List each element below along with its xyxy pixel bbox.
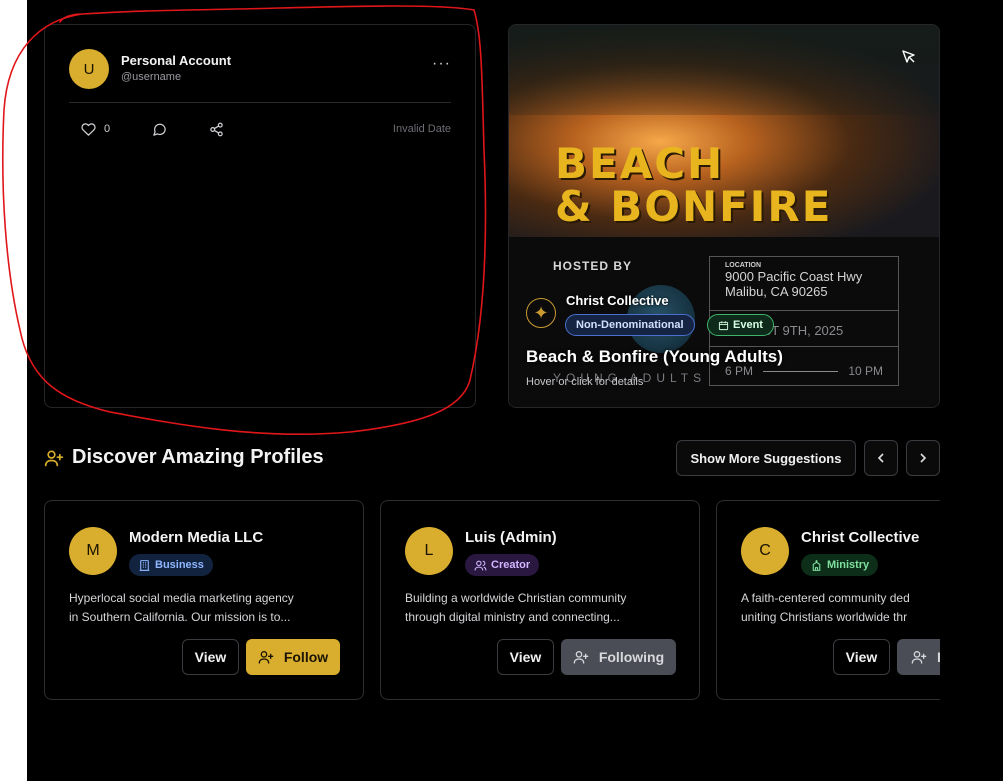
follow-button[interactable]: Follow: [246, 639, 340, 675]
view-profile-button[interactable]: View: [833, 639, 890, 675]
account-handle: @username: [121, 71, 182, 83]
host-name[interactable]: Christ Collective: [566, 293, 669, 308]
follow-label: Following: [598, 649, 665, 665]
comment-button[interactable]: [152, 122, 167, 137]
time-divider: [763, 370, 839, 372]
profile-name[interactable]: Modern Media LLC: [129, 529, 263, 546]
post-author: Personal Account @username: [121, 53, 231, 83]
account-name[interactable]: Personal Account: [121, 53, 231, 68]
discover-header: Discover Amazing Profiles: [44, 446, 324, 469]
profile-card: L Luis (Admin) Creator Building a worldw…: [380, 500, 700, 700]
avatar[interactable]: U: [69, 49, 109, 89]
event-title[interactable]: Beach & Bonfire (Young Adults): [526, 347, 783, 367]
location-line2: Malibu, CA 90265: [725, 284, 828, 299]
view-profile-button[interactable]: View: [182, 639, 239, 675]
building-icon: [139, 559, 150, 571]
like-count: 0: [104, 123, 111, 135]
description-line: Building a worldwide Christian community: [405, 591, 627, 605]
avatar[interactable]: L: [405, 527, 453, 575]
time-end: 10 PM: [848, 364, 883, 378]
event-card[interactable]: BEACH & BONFIRE HOSTED BY LOCATION 9000 …: [508, 24, 940, 408]
cursor-icon: [902, 50, 915, 63]
ministry-badge: Ministry: [801, 554, 879, 576]
location-row: LOCATION 9000 Pacific Coast Hwy Malibu, …: [710, 257, 898, 311]
comment-icon: [153, 123, 166, 136]
event-hint: Hover or click for details: [526, 376, 644, 388]
view-profile-button[interactable]: View: [497, 639, 554, 675]
church-icon: [812, 559, 821, 571]
profile-description: Hyperlocal social media marketing agency…: [69, 589, 344, 627]
location-line1: 9000 Pacific Coast Hwy: [725, 269, 863, 284]
badge-label: Creator: [491, 559, 531, 571]
discover-title: Discover Amazing Profiles: [72, 446, 324, 468]
user-plus-icon: [573, 651, 589, 664]
creator-badge: Creator: [465, 554, 540, 576]
business-badge: Business: [129, 554, 213, 576]
show-more-suggestions-button[interactable]: Show More Suggestions: [676, 440, 856, 476]
banner-trees: [509, 25, 939, 115]
avatar[interactable]: C: [741, 527, 789, 575]
heart-icon: [81, 122, 96, 136]
event-banner-title: BEACH & BONFIRE: [555, 143, 832, 229]
description-line: in Southern California. Our mission is t…: [69, 610, 291, 624]
description-line: uniting Christians worldwide thr: [741, 610, 908, 624]
description-line: A faith-centered community ded: [741, 591, 910, 605]
follow-button[interactable]: F: [897, 639, 940, 675]
chevron-left-icon: [877, 453, 884, 463]
banner-title-line1: BEACH: [555, 139, 725, 188]
badge-label: Business: [155, 559, 204, 571]
event-chip-label: Event: [733, 319, 763, 331]
follow-label: Follow: [283, 649, 329, 665]
calendar-icon: [718, 320, 729, 330]
profile-card: C Christ Collective Ministry A faith-cen…: [716, 500, 940, 700]
profile-description: A faith-centered community ded uniting C…: [741, 589, 940, 627]
profile-name[interactable]: Christ Collective: [801, 529, 919, 546]
event-chip: Event: [707, 314, 774, 336]
carousel-prev-button[interactable]: [864, 440, 898, 476]
post-date: Invalid Date: [392, 123, 451, 135]
hosted-by-label: HOSTED BY: [553, 259, 633, 273]
user-plus-icon: [258, 651, 274, 664]
page-left-edge: [0, 0, 27, 781]
profile-carousel: M Modern Media LLC Business Hyperlocal s…: [44, 500, 940, 700]
event-banner-image: BEACH & BONFIRE: [509, 25, 939, 237]
post-header: U Personal Account @username ···: [69, 49, 451, 103]
description-line: Hyperlocal social media marketing agency: [69, 591, 294, 605]
user-plus-icon: [44, 450, 64, 466]
location-label: LOCATION: [725, 262, 762, 269]
users-icon: [474, 560, 487, 570]
post-card: U Personal Account @username ··· 0 Inval…: [44, 24, 476, 408]
following-button[interactable]: Following: [561, 639, 676, 675]
avatar[interactable]: M: [69, 527, 117, 575]
page-right-edge: [940, 0, 1003, 781]
badge-label: Ministry: [827, 559, 870, 571]
user-plus-icon: [911, 651, 927, 664]
chevron-right-icon: [920, 453, 927, 463]
share-icon: [210, 122, 223, 136]
carousel-next-button[interactable]: [906, 440, 940, 476]
profile-name[interactable]: Luis (Admin): [465, 529, 557, 546]
like-button[interactable]: 0: [81, 122, 110, 137]
profile-card: M Modern Media LLC Business Hyperlocal s…: [44, 500, 364, 700]
compass-star-icon: ✦: [526, 298, 556, 328]
description-line: through digital ministry and connecting.…: [405, 610, 620, 624]
more-options-button[interactable]: ···: [432, 55, 451, 73]
denomination-chip: Non-Denominational: [565, 314, 695, 336]
profile-description: Building a worldwide Christian community…: [405, 589, 680, 627]
banner-title-line2: & BONFIRE: [555, 182, 833, 231]
post-actions: 0 Invalid Date: [81, 119, 451, 139]
share-button[interactable]: [209, 122, 224, 137]
